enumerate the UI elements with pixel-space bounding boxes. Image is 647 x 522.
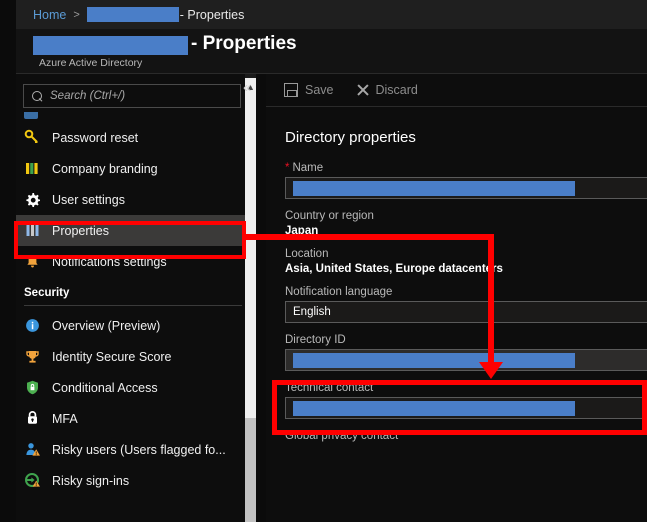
properties-bars-icon xyxy=(24,222,41,239)
page-header: - Properties Azure Active Directory xyxy=(16,29,647,74)
sidebar-item-risky-signins[interactable]: Risky sign-ins xyxy=(16,465,254,496)
sidebar-item-label: Risky sign-ins xyxy=(52,473,130,488)
section-title: Directory properties xyxy=(285,129,416,146)
field-country-or-region: Country or region Japan xyxy=(285,210,647,237)
sidebar-item-label: Password reset xyxy=(52,130,139,145)
section-divider xyxy=(24,305,242,306)
sidebar-item-clipped[interactable] xyxy=(16,112,254,121)
save-label: Save xyxy=(305,83,334,97)
sidebar-search[interactable]: Search (Ctrl+/) xyxy=(23,84,241,108)
sidebar-scrollbar-lower[interactable] xyxy=(245,418,256,522)
field-label: Location xyxy=(285,248,329,260)
sidebar-item-risky-users[interactable]: Risky users (Users flagged fo... xyxy=(16,434,254,465)
sidebar-item-label: Overview (Preview) xyxy=(52,318,161,333)
shield-lock-icon xyxy=(24,379,41,396)
field-value: Japan xyxy=(285,225,319,237)
sidebar-item-label: User settings xyxy=(52,192,125,207)
field-name: * Name xyxy=(285,162,647,199)
sidebar-item-conditional-access[interactable]: Conditional Access xyxy=(16,372,254,403)
sidebar-item-password-reset[interactable]: Password reset xyxy=(16,122,254,153)
sidebar-item-label: Properties xyxy=(52,223,109,238)
discard-label: Discard xyxy=(375,83,418,97)
sidebar-item-mfa[interactable]: MFA xyxy=(16,403,254,434)
collapse-panel-icon[interactable]: « xyxy=(243,80,251,95)
search-placeholder: Search (Ctrl+/) xyxy=(50,90,126,102)
search-icon xyxy=(32,90,43,102)
risky-signin-icon xyxy=(24,472,41,489)
save-floppy-icon xyxy=(284,83,298,97)
sidebar-item-company-branding[interactable]: Company branding xyxy=(16,153,254,184)
redacted-value xyxy=(293,352,575,368)
required-asterisk: * xyxy=(285,162,290,174)
sidebar-item-user-settings[interactable]: User settings xyxy=(16,184,254,215)
field-label: Technical contact xyxy=(285,382,374,394)
sidebar-item-label: Risky users (Users flagged fo... xyxy=(52,442,226,457)
key-icon xyxy=(24,129,41,146)
sidebar-item-label: MFA xyxy=(52,411,78,426)
risky-user-icon xyxy=(24,441,41,458)
trophy-icon xyxy=(24,348,41,365)
field-notification-language: Notification language English xyxy=(285,286,647,323)
info-circle-icon xyxy=(24,317,41,334)
breadcrumb-redacted-tenant xyxy=(86,7,179,22)
field-value: Asia, United States, Europe datacenters xyxy=(285,263,503,275)
sidebar-menu: Password reset Company branding User set… xyxy=(16,122,254,496)
redacted-value xyxy=(293,400,575,416)
sidebar-item-label: Identity Secure Score xyxy=(52,349,172,364)
breadcrumb-current: - Properties xyxy=(179,7,245,22)
sidebar-section-security: Security xyxy=(24,287,70,299)
azure-portal-screenshot: Home > - Properties - Properties Azure A… xyxy=(0,0,647,522)
left-rail xyxy=(0,0,16,522)
input-value: English xyxy=(293,306,331,318)
branding-bars-icon xyxy=(24,160,41,177)
bell-icon xyxy=(24,253,41,270)
sidebar-item-overview-preview[interactable]: Overview (Preview) xyxy=(16,310,254,341)
notification-language-input[interactable]: English xyxy=(285,301,647,323)
sidebar-item-properties[interactable]: Properties xyxy=(16,215,254,246)
padlock-icon xyxy=(24,410,41,427)
field-label: Notification language xyxy=(285,286,393,298)
save-button[interactable]: Save xyxy=(284,83,334,97)
breadcrumb-separator: > xyxy=(73,8,80,21)
command-toolbar: Save Discard xyxy=(266,74,647,106)
sidebar-item-label: Conditional Access xyxy=(52,380,158,395)
name-input[interactable] xyxy=(285,177,647,199)
field-location: Location Asia, United States, Europe dat… xyxy=(285,248,647,275)
close-x-icon xyxy=(356,84,369,97)
directory-id-input[interactable] xyxy=(285,349,647,371)
main-content: Save Discard Directory properties * Name … xyxy=(266,74,647,522)
field-label: Global privacy contact xyxy=(285,430,399,442)
breadcrumb-home-link[interactable]: Home xyxy=(33,8,66,22)
field-label: Country or region xyxy=(285,210,374,222)
gear-icon xyxy=(24,191,41,208)
sidebar-item-notifications-settings[interactable]: Notifications settings xyxy=(16,246,254,277)
sidebar-item-identity-secure-score[interactable]: Identity Secure Score xyxy=(16,341,254,372)
field-label: Directory ID xyxy=(285,334,346,346)
title-redacted-tenant xyxy=(33,36,188,55)
clipped-item-icon xyxy=(24,112,38,119)
sidebar-scrollbar-thumb[interactable] xyxy=(245,78,256,418)
sidebar-item-label: Company branding xyxy=(52,161,158,176)
page-title: - Properties xyxy=(191,33,297,54)
page-subtitle: Azure Active Directory xyxy=(39,57,143,69)
field-global-privacy-contact: Global privacy contact xyxy=(285,430,647,442)
field-technical-contact: Technical contact xyxy=(285,382,647,419)
field-label: * Name xyxy=(285,162,324,174)
technical-contact-input[interactable] xyxy=(285,397,647,419)
sidebar: Search (Ctrl+/) Password reset Company b… xyxy=(16,74,254,522)
redacted-value xyxy=(293,180,575,196)
field-directory-id: Directory ID xyxy=(285,334,647,371)
breadcrumb: Home > - Properties xyxy=(16,0,647,29)
sidebar-item-label: Notifications settings xyxy=(52,254,167,269)
discard-button[interactable]: Discard xyxy=(356,83,418,97)
directory-properties-form: Directory properties * Name Country or re… xyxy=(266,107,647,442)
